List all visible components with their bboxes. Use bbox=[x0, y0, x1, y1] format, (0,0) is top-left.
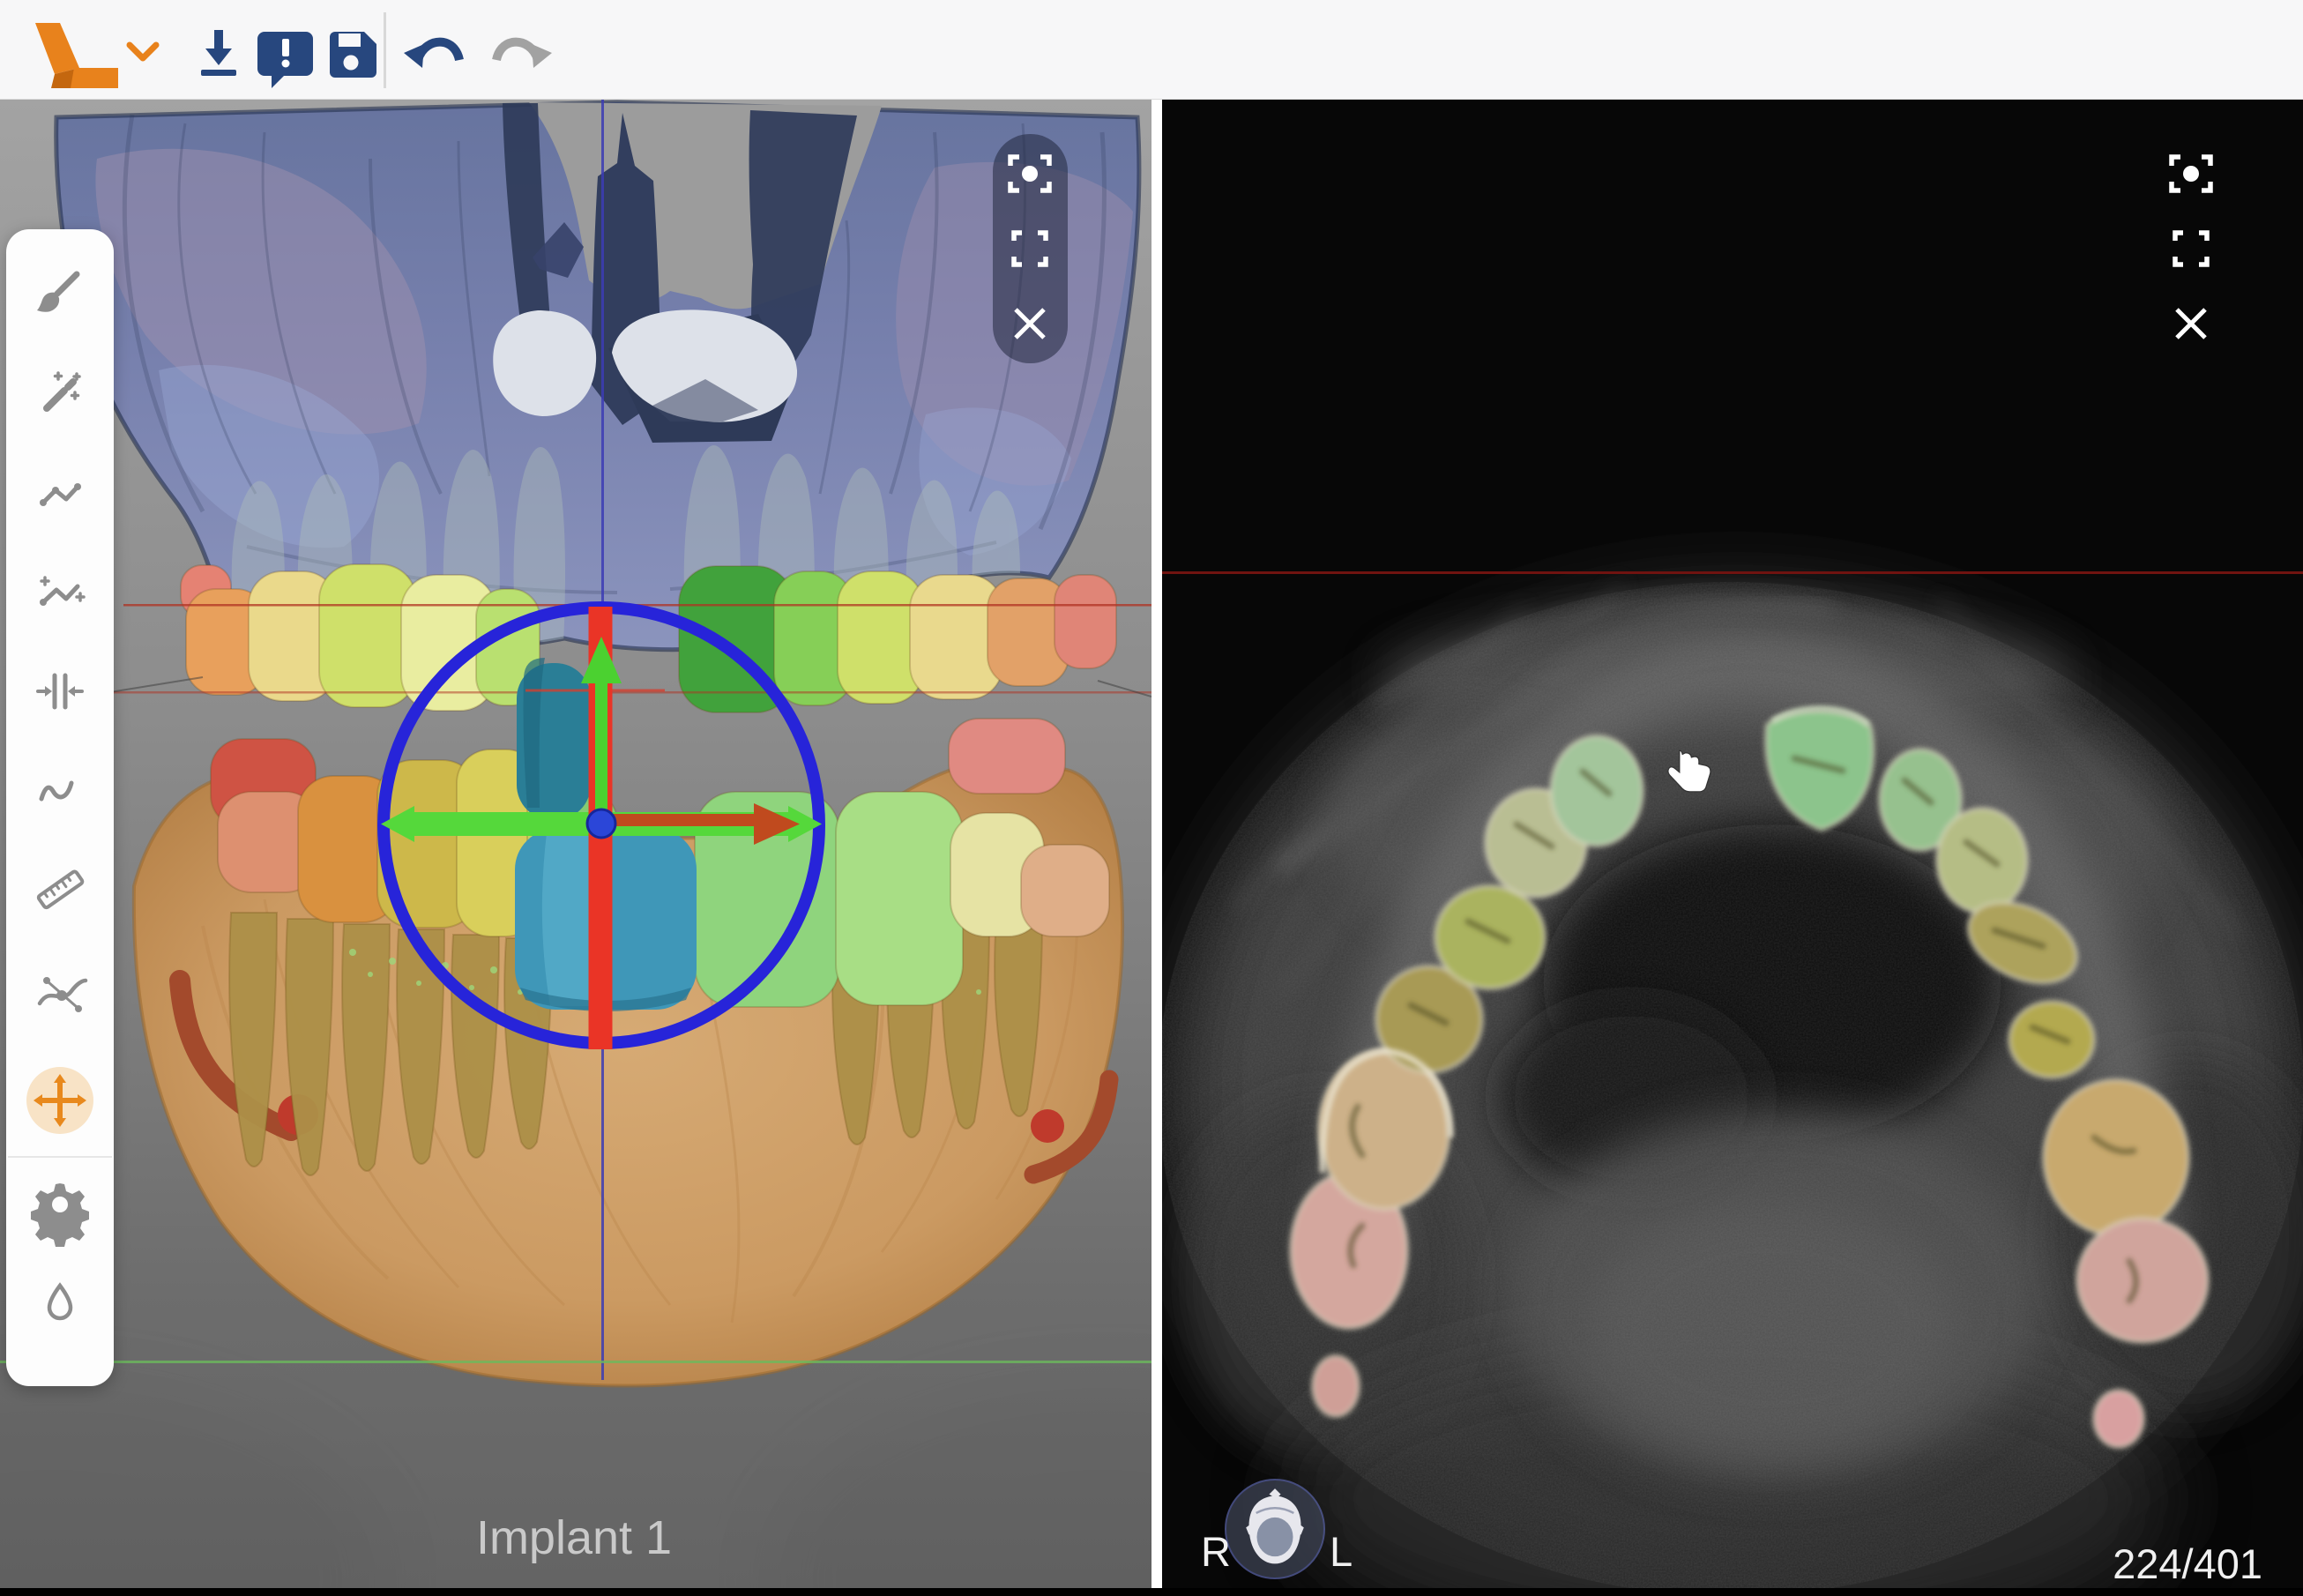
svg-text:224/401: 224/401 bbox=[2113, 1540, 2262, 1587]
svg-text:L: L bbox=[1330, 1528, 1353, 1575]
svg-text:Implant 1: Implant 1 bbox=[476, 1511, 672, 1564]
svg-text:R: R bbox=[1201, 1528, 1231, 1575]
